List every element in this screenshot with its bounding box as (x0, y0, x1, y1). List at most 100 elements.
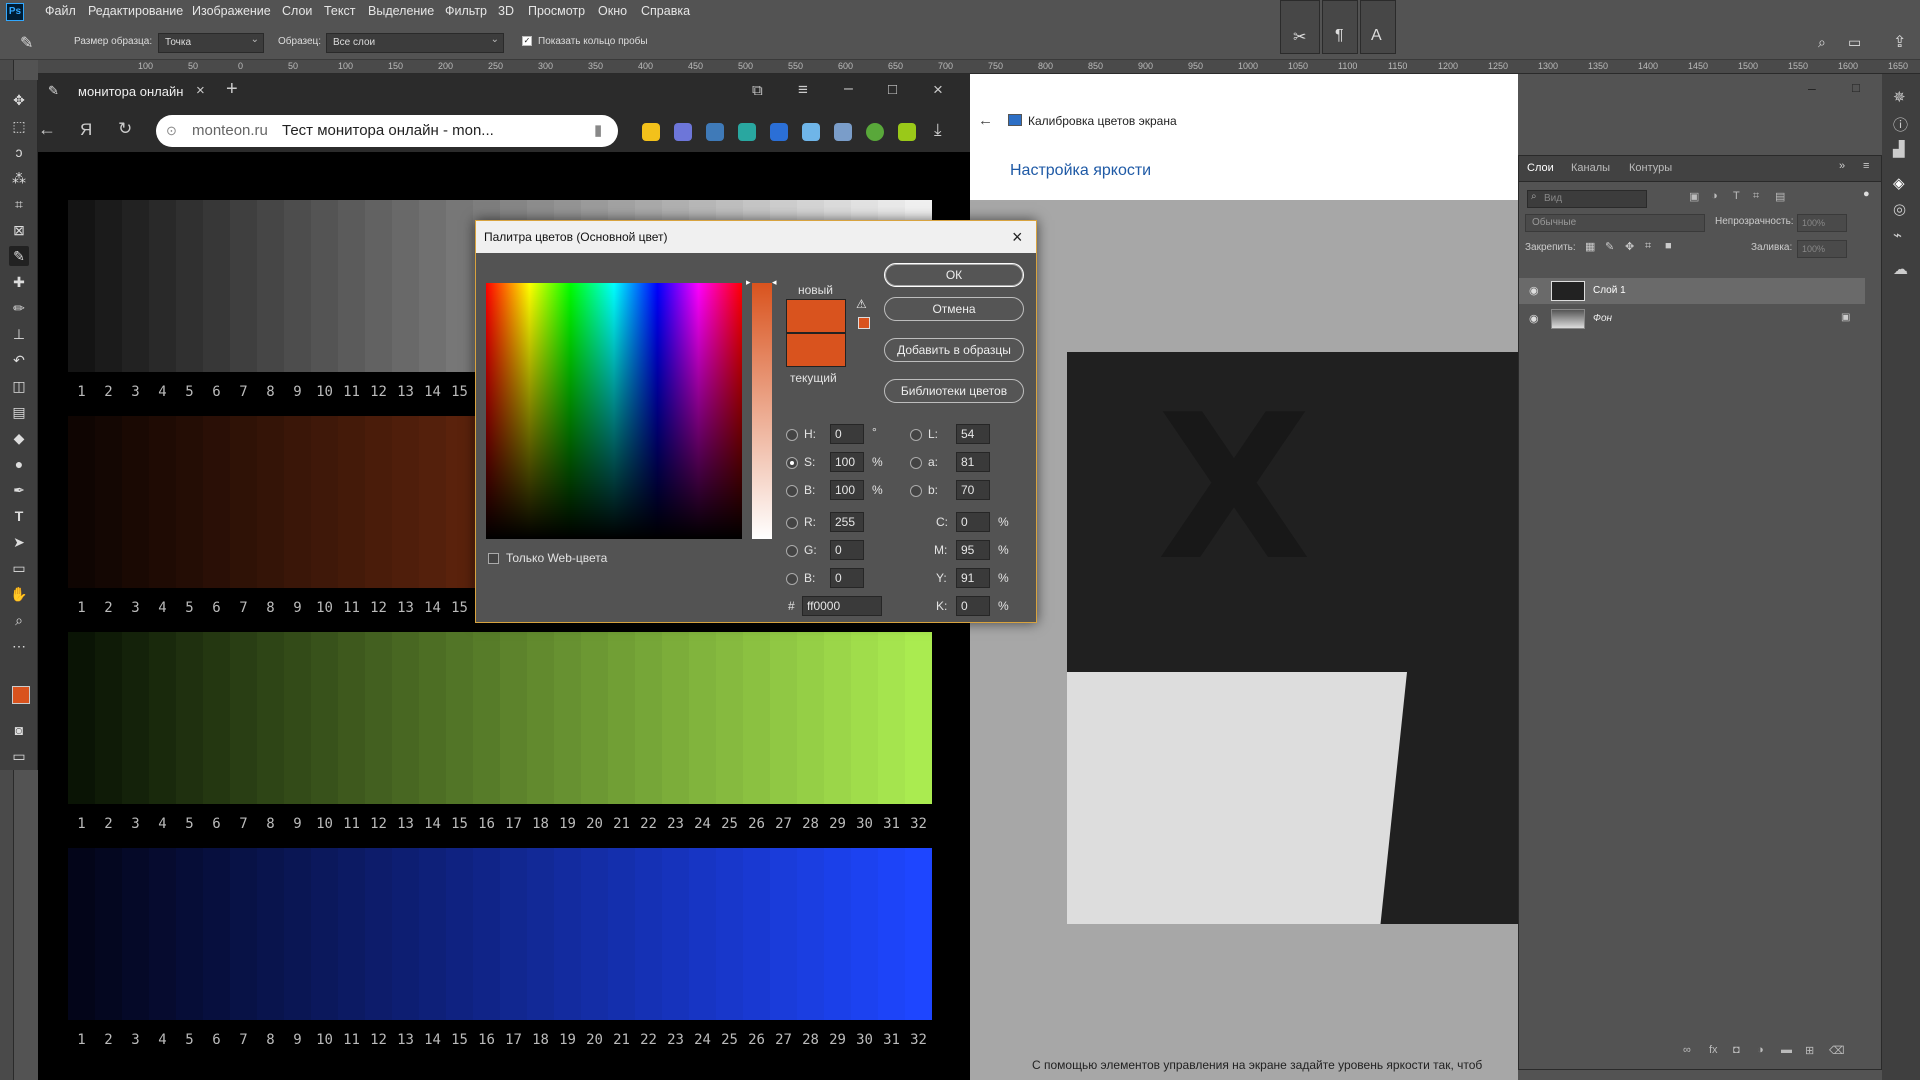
lock-pixels-icon[interactable]: ✎ (1605, 240, 1614, 253)
fill-field[interactable]: 100% (1797, 240, 1847, 258)
gamut-swatch[interactable] (858, 317, 870, 329)
scissors-icon[interactable]: ✂ (1293, 27, 1306, 47)
l-field[interactable]: 54 (956, 424, 990, 444)
site-info-icon[interactable]: ⊙ (166, 115, 177, 147)
dialog-close-icon[interactable]: × (1012, 227, 1023, 248)
collapse-icon[interactable]: » (1839, 160, 1845, 172)
lock-transparent-icon[interactable]: ▦ (1585, 240, 1595, 253)
foreground-color-swatch[interactable] (12, 686, 30, 704)
info-panel-icon[interactable]: ⓘ (1893, 114, 1908, 135)
filter-adjust-icon[interactable]: ◑ (1711, 190, 1718, 202)
b-field[interactable]: 100 (830, 480, 864, 500)
layer-row[interactable]: ◉ Слой 1 (1519, 278, 1865, 304)
r-radio[interactable] (786, 517, 798, 529)
eraser-tool-icon[interactable]: ◫ (9, 376, 29, 396)
marquee-tool-icon[interactable]: ⬚ (9, 116, 29, 136)
slider-right-arrow-icon[interactable]: ◂ (772, 277, 777, 288)
color-field[interactable] (486, 283, 742, 539)
filter-toggle-icon[interactable]: ● (1863, 188, 1870, 200)
show-ring-checkbox[interactable]: ✓ (522, 36, 532, 46)
h-radio[interactable] (786, 429, 798, 441)
dodge-tool-icon[interactable]: ● (9, 454, 29, 474)
extension-icon-4[interactable] (738, 123, 756, 141)
bookmark-icon[interactable]: ▮ (594, 115, 602, 147)
ok-button[interactable]: ОК (884, 263, 1024, 287)
blue-field[interactable]: 0 (830, 568, 864, 588)
s-field[interactable]: 100 (830, 452, 864, 472)
maximize-icon[interactable]: □ (888, 81, 897, 98)
filter-smart-icon[interactable]: ▤ (1775, 190, 1785, 203)
close-icon[interactable]: × (933, 80, 943, 100)
filter-pixel-icon[interactable]: ▣ (1689, 190, 1699, 203)
tab-channels[interactable]: Каналы (1571, 162, 1610, 174)
menu-file[interactable]: Файл (45, 4, 76, 18)
extension-icon-6[interactable] (802, 123, 820, 141)
tab-close-icon[interactable]: × (196, 82, 205, 99)
path-select-icon[interactable]: ➤ (9, 532, 29, 552)
lock-all-icon[interactable]: ■ (1665, 240, 1672, 252)
eyedropper-icon[interactable]: ✎ (20, 33, 33, 53)
back-icon[interactable]: ← (38, 119, 56, 140)
blur-tool-icon[interactable]: ◆ (9, 428, 29, 448)
calibration-maximize-icon[interactable]: □ (1852, 80, 1860, 95)
shape-tool-icon[interactable]: ▭ (9, 558, 29, 578)
lock-position-icon[interactable]: ✥ (1625, 240, 1634, 253)
r-field[interactable]: 255 (830, 512, 864, 532)
brush-tool-icon[interactable]: ✏ (9, 298, 29, 318)
tab-paths[interactable]: Контуры (1629, 162, 1672, 174)
extension-icon-7[interactable] (834, 123, 852, 141)
add-to-swatches-button[interactable]: Добавить в образцы (884, 338, 1024, 362)
menu-help[interactable]: Справка (641, 4, 690, 18)
share-icon[interactable]: ⇪ (1893, 32, 1906, 52)
paragraph-icon[interactable]: ¶ (1335, 27, 1344, 45)
blend-mode-select[interactable]: Обычные (1525, 214, 1705, 232)
cancel-button[interactable]: Отмена (884, 297, 1024, 321)
c-field[interactable]: 0 (956, 512, 990, 532)
healing-brush-icon[interactable]: ✚ (9, 272, 29, 292)
histogram-icon[interactable]: ▟ (1893, 140, 1905, 158)
color-libraries-button[interactable]: Библиотеки цветов (884, 379, 1024, 403)
pen-tool-icon[interactable]: ✒ (9, 480, 29, 500)
lab-b-radio[interactable] (910, 485, 922, 497)
web-colors-checkbox[interactable] (488, 553, 499, 564)
sample-size-select[interactable]: Точка (158, 31, 264, 53)
l-radio[interactable] (910, 429, 922, 441)
paths-panel-icon[interactable]: ⌁ (1893, 226, 1902, 244)
menu-icon[interactable]: ≡ (798, 80, 808, 100)
gradient-tool-icon[interactable]: ▤ (9, 402, 29, 422)
s-radio[interactable] (786, 457, 798, 469)
tab-title[interactable]: монитора онлайн (78, 84, 183, 99)
screen-mode-icon[interactable]: ▭ (9, 746, 29, 766)
g-radio[interactable] (786, 545, 798, 557)
adjustment-layer-icon[interactable]: ◑ (1757, 1044, 1764, 1056)
stamp-tool-icon[interactable]: ⊥ (9, 324, 29, 344)
filter-type-icon[interactable]: T (1733, 190, 1740, 202)
calibration-minimize-icon[interactable]: – (1808, 80, 1816, 96)
layer-row[interactable]: ◉ Фон ▣ (1519, 306, 1865, 332)
menu-layers[interactable]: Слои (282, 4, 312, 18)
tabs-icon[interactable]: ⧉ (752, 82, 763, 99)
opacity-field[interactable]: 100% (1797, 214, 1847, 232)
magic-wand-icon[interactable]: ⁂ (9, 168, 29, 188)
menu-select[interactable]: Выделение (368, 4, 434, 18)
a-radio[interactable] (910, 457, 922, 469)
hand-tool-icon[interactable]: ✋ (9, 584, 29, 604)
filter-shape-icon[interactable]: ⌗ (1753, 190, 1759, 203)
type-tool-icon[interactable]: T (9, 506, 29, 526)
url-field[interactable]: ⊙ monteon.ru Тест монитора онлайн - mon.… (156, 115, 618, 147)
tab-layers[interactable]: Слои (1527, 162, 1554, 174)
menu-type[interactable]: Текст (324, 4, 355, 18)
search-icon[interactable]: ⌕ (1818, 34, 1826, 51)
y-field[interactable]: 91 (956, 568, 990, 588)
current-color-swatch[interactable] (786, 333, 846, 367)
layers-panel-icon[interactable]: ◈ (1893, 174, 1905, 192)
frame-tool-icon[interactable]: ⊠ (9, 220, 29, 240)
layer-style-icon[interactable]: fx (1709, 1044, 1718, 1056)
extension-icon-5[interactable] (770, 123, 788, 141)
slider-left-arrow-icon[interactable]: ▸ (746, 277, 751, 288)
layer-filter-input[interactable]: Вид (1527, 190, 1647, 208)
out-of-gamut-warning-icon[interactable]: ⚠ (856, 297, 867, 311)
menu-view[interactable]: Просмотр (528, 4, 585, 18)
hex-field[interactable]: ff0000 (802, 596, 882, 616)
lab-b-field[interactable]: 70 (956, 480, 990, 500)
